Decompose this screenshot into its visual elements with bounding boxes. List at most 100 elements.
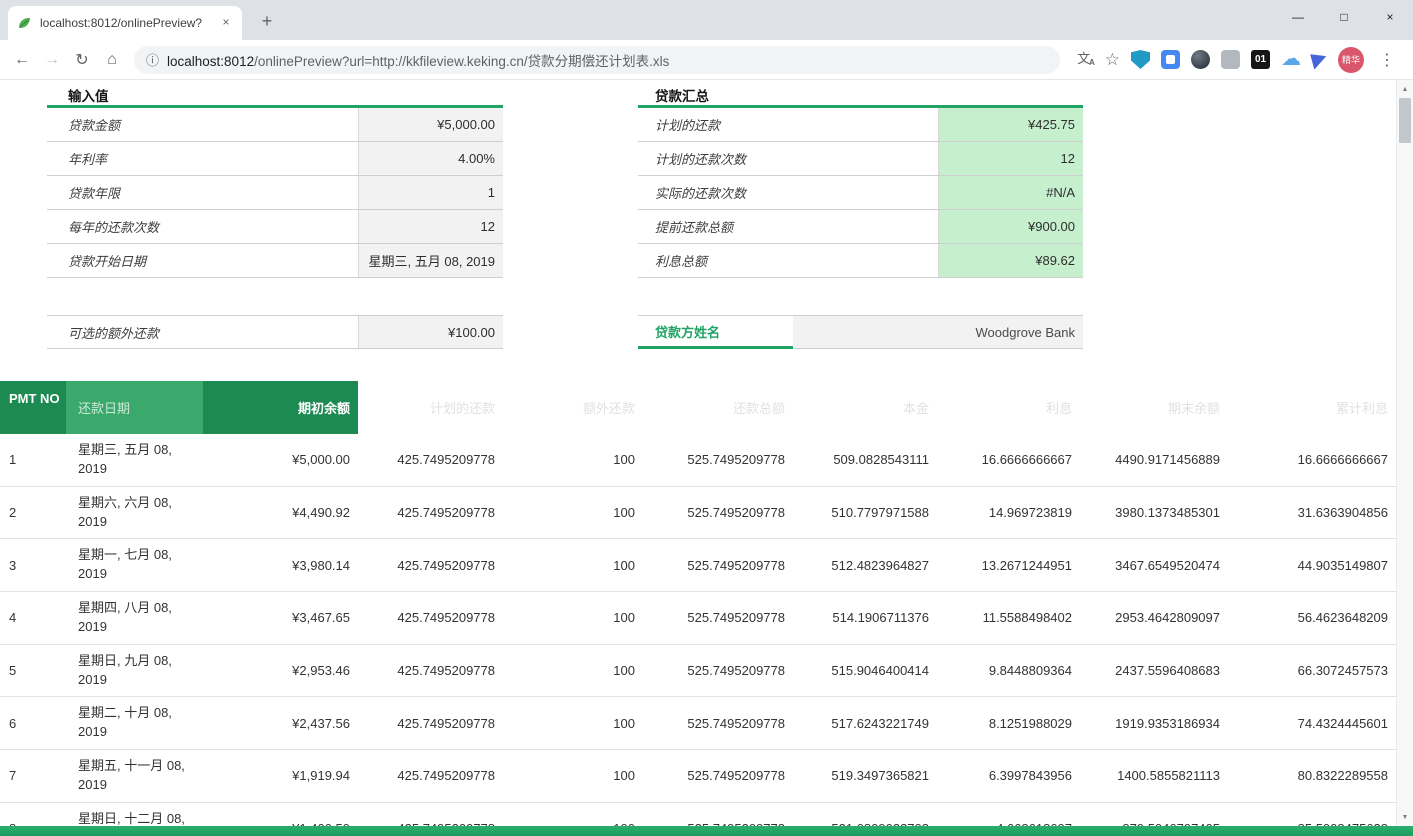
column-header: 期末余额 bbox=[1080, 381, 1228, 434]
scrollbar-thumb[interactable] bbox=[1399, 98, 1411, 143]
badge-extension-icon[interactable]: 01 bbox=[1251, 50, 1270, 69]
table-cell: 517.6243221749 bbox=[793, 697, 937, 749]
table-cell: 2 bbox=[0, 487, 66, 539]
schedule-body: 1星期三, 五月 08, 2019¥5,000.00425.7495209778… bbox=[0, 434, 1396, 826]
cloud-extension-icon[interactable]: ☁ bbox=[1281, 50, 1301, 69]
bookmark-star-icon[interactable]: ☆ bbox=[1105, 50, 1120, 70]
table-cell: 515.9046400414 bbox=[793, 645, 937, 697]
vertical-scrollbar[interactable]: ▲ ▼ bbox=[1396, 80, 1413, 826]
input-row: 贷款年限 1 bbox=[47, 176, 503, 210]
summary-row: 实际的还款次数 #N/A bbox=[638, 176, 1083, 210]
row-value: ¥89.62 bbox=[938, 244, 1083, 277]
tab-close-icon[interactable]: × bbox=[218, 15, 234, 31]
table-cell: 74.4324445601 bbox=[1228, 697, 1396, 749]
browser-toolbar: ← → ↻ ⌂ ⓘ localhost:8012/onlinePreview?u… bbox=[0, 40, 1413, 80]
input-panel-title: 输入值 bbox=[47, 84, 503, 108]
address-bar[interactable]: ⓘ localhost:8012/onlinePreview?url=http:… bbox=[134, 46, 1060, 74]
table-row: 2星期六, 六月 08, 2019¥4,490.92425.7495209778… bbox=[0, 487, 1396, 540]
extra-payment-row: 可选的额外还款 ¥100.00 bbox=[47, 315, 503, 349]
table-cell: 16.6666666667 bbox=[937, 434, 1080, 486]
row-value: 12 bbox=[938, 142, 1083, 175]
maximize-button[interactable]: □ bbox=[1321, 0, 1367, 34]
table-cell: 525.7495209778 bbox=[643, 750, 793, 802]
browser-tab[interactable]: localhost:8012/onlinePreview? × bbox=[8, 6, 242, 40]
summary-row: 利息总额 ¥89.62 bbox=[638, 244, 1083, 278]
row-value: 1 bbox=[358, 176, 503, 209]
table-cell: 425.7495209778 bbox=[358, 434, 503, 486]
table-cell: 425.7495209778 bbox=[358, 645, 503, 697]
shield-extension-icon[interactable] bbox=[1131, 50, 1150, 69]
loan-summary-panel: 贷款汇总 计划的还款 ¥425.75 计划的还款次数 12 实际的还款次数 #N… bbox=[638, 84, 1083, 349]
table-cell: 14.969723819 bbox=[937, 487, 1080, 539]
toolbar-right-cluster: 文 A ☆ 01 ☁ 精华 ⋮ bbox=[1068, 47, 1405, 73]
reload-button[interactable]: ↻ bbox=[68, 46, 96, 74]
table-cell: 100 bbox=[503, 487, 643, 539]
tab-title: localhost:8012/onlinePreview? bbox=[40, 16, 210, 30]
table-cell: 100 bbox=[503, 697, 643, 749]
table-row: 7星期五, 十一月 08, 2019¥1,919.94425.749520977… bbox=[0, 750, 1396, 803]
table-cell: 425.7495209778 bbox=[358, 803, 503, 826]
table-cell: 525.7495209778 bbox=[643, 803, 793, 826]
table-cell: 1 bbox=[0, 434, 66, 486]
summary-row: 提前还款总额 ¥900.00 bbox=[638, 210, 1083, 244]
table-row: 8星期日, 十二月 08, 2019¥1,400.59425.749520977… bbox=[0, 803, 1396, 826]
forward-button[interactable]: → bbox=[38, 46, 66, 74]
table-cell: ¥2,953.46 bbox=[203, 645, 358, 697]
site-info-icon[interactable]: ⓘ bbox=[146, 50, 159, 69]
row-label: 计划的还款次数 bbox=[638, 142, 938, 175]
table-cell: 510.7797971588 bbox=[793, 487, 937, 539]
home-button[interactable]: ⌂ bbox=[98, 46, 126, 74]
table-cell: 66.3072457573 bbox=[1228, 645, 1396, 697]
table-cell: 9.8448809364 bbox=[937, 645, 1080, 697]
table-cell: 525.7495209778 bbox=[643, 487, 793, 539]
table-cell: 星期五, 十一月 08, 2019 bbox=[66, 750, 203, 802]
table-cell: 11.5588498402 bbox=[937, 592, 1080, 644]
table-cell: ¥3,980.14 bbox=[203, 539, 358, 591]
scroll-down-icon[interactable]: ▼ bbox=[1397, 809, 1413, 825]
new-tab-button[interactable]: + bbox=[254, 9, 280, 35]
table-row: 6星期二, 十月 08, 2019¥2,437.56425.7495209778… bbox=[0, 697, 1396, 750]
row-value: ¥5,000.00 bbox=[358, 108, 503, 141]
row-value: ¥425.75 bbox=[938, 108, 1083, 141]
table-cell: 525.7495209778 bbox=[643, 697, 793, 749]
row-value: ¥900.00 bbox=[938, 210, 1083, 243]
browser-menu-icon[interactable]: ⋮ bbox=[1375, 50, 1399, 70]
table-cell: 525.7495209778 bbox=[643, 539, 793, 591]
table-cell: 3467.6549520474 bbox=[1080, 539, 1228, 591]
table-cell: 425.7495209778 bbox=[358, 750, 503, 802]
table-cell: 100 bbox=[503, 803, 643, 826]
table-row: 5星期日, 九月 08, 2019¥2,953.46425.7495209778… bbox=[0, 645, 1396, 698]
row-value: 12 bbox=[358, 210, 503, 243]
table-cell: 85.5008475628 bbox=[1228, 803, 1396, 826]
table-cell: 100 bbox=[503, 539, 643, 591]
sheet-bottom-bar bbox=[0, 826, 1413, 836]
table-cell: 56.4623648209 bbox=[1228, 592, 1396, 644]
scroll-up-icon[interactable]: ▲ bbox=[1397, 81, 1413, 97]
table-cell: 6.3997843956 bbox=[937, 750, 1080, 802]
row-label: 每年的还款次数 bbox=[47, 210, 358, 243]
table-cell: 3 bbox=[0, 539, 66, 591]
profile-avatar[interactable]: 精华 bbox=[1338, 47, 1364, 73]
table-cell: 8 bbox=[0, 803, 66, 826]
table-cell: 100 bbox=[503, 592, 643, 644]
table-cell: 879.5046797405 bbox=[1080, 803, 1228, 826]
translate-icon[interactable]: 文 A bbox=[1074, 50, 1094, 70]
back-button[interactable]: ← bbox=[8, 46, 36, 74]
close-button[interactable]: × bbox=[1367, 0, 1413, 34]
table-cell: ¥1,919.94 bbox=[203, 750, 358, 802]
column-header: 累计利息 bbox=[1228, 381, 1396, 434]
sphere-extension-icon[interactable] bbox=[1191, 50, 1210, 69]
blue-extension-icon[interactable] bbox=[1161, 50, 1180, 69]
table-cell: 44.9035149807 bbox=[1228, 539, 1396, 591]
lender-name-row: 贷款方姓名 Woodgrove Bank bbox=[638, 315, 1083, 349]
table-cell: 1400.5855821113 bbox=[1080, 750, 1228, 802]
table-cell: ¥3,467.65 bbox=[203, 592, 358, 644]
gray-extension-icon[interactable] bbox=[1221, 50, 1240, 69]
column-header: 还款日期 bbox=[66, 381, 203, 434]
input-row: 贷款开始日期 星期三, 五月 08, 2019 bbox=[47, 244, 503, 278]
bird-extension-icon[interactable] bbox=[1310, 50, 1329, 69]
summary-row: 计划的还款 ¥425.75 bbox=[638, 108, 1083, 142]
row-label: 贷款年限 bbox=[47, 176, 358, 209]
minimize-button[interactable]: — bbox=[1275, 0, 1321, 34]
table-cell: 8.1251988029 bbox=[937, 697, 1080, 749]
